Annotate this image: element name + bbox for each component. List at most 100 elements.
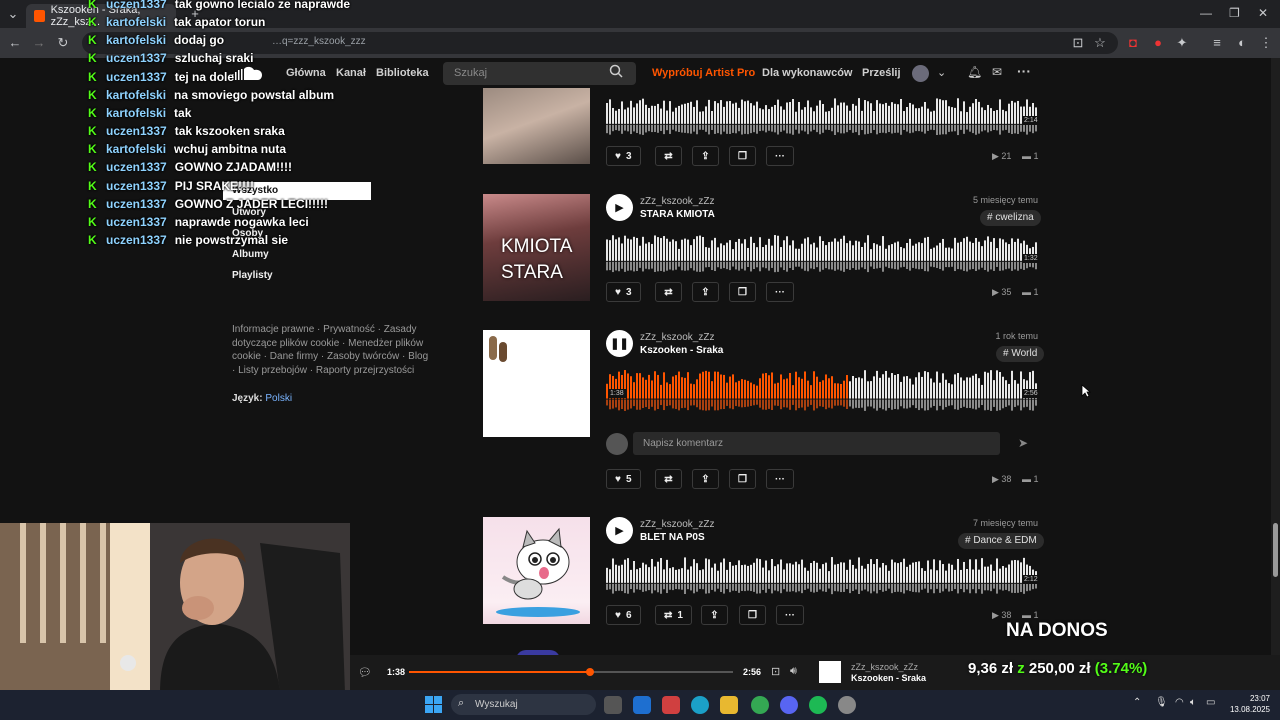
track-artwork[interactable]: KMIOTA STARA xyxy=(483,194,590,301)
track-title[interactable]: Kszooken - Sraka xyxy=(640,345,723,356)
track-tag[interactable]: # World xyxy=(996,346,1045,362)
gift-app-icon[interactable] xyxy=(662,696,680,714)
install-app-icon[interactable]: ⊡ xyxy=(1069,34,1087,52)
extension-pocket-icon[interactable]: ◘ xyxy=(1124,34,1142,52)
waveform-track-3[interactable] xyxy=(606,370,1038,412)
play-button[interactable]: ▶ xyxy=(606,517,633,544)
extension-adblock-icon[interactable]: ● xyxy=(1149,34,1167,52)
microphone-icon[interactable]: 🎙︎ xyxy=(1155,697,1168,708)
close-window-icon[interactable]: ✕ xyxy=(1258,6,1268,20)
like-button[interactable]: ♥ 3 xyxy=(606,146,641,166)
scrollbar-thumb[interactable] xyxy=(1273,523,1278,577)
chevron-down-icon[interactable]: ⌄ xyxy=(937,66,946,79)
nav-library[interactable]: Biblioteka xyxy=(376,67,429,79)
forward-icon[interactable]: → xyxy=(30,34,48,52)
repost-button[interactable]: ⇄ 1 xyxy=(655,605,692,625)
track-artwork[interactable] xyxy=(483,330,590,437)
search-input[interactable]: Szukaj xyxy=(443,62,636,85)
share-button[interactable]: ⇪ xyxy=(692,146,719,166)
edge-icon[interactable] xyxy=(691,696,709,714)
spotify-icon[interactable] xyxy=(809,696,827,714)
track-artist[interactable]: zZz_kszook_zZz xyxy=(640,332,714,343)
browser-menu-icon[interactable]: ⋮ xyxy=(1257,34,1275,52)
copy-link-button[interactable]: ❐ xyxy=(729,146,756,166)
extensions-puzzle-icon[interactable]: ✦ xyxy=(1173,34,1191,52)
taskbar-search-input[interactable]: Wyszukaj xyxy=(451,694,596,715)
taskbar-clock[interactable]: 23:07 13.08.2025 xyxy=(1222,693,1270,715)
battery-icon[interactable]: ▭ xyxy=(1206,697,1215,708)
more-button[interactable]: ··· xyxy=(766,146,794,166)
artist-pro-link[interactable]: Wypróbuj Artist Pro xyxy=(652,67,755,79)
like-button[interactable]: ♥ 5 xyxy=(606,469,641,489)
send-comment-icon[interactable]: ➤ xyxy=(1009,432,1037,455)
back-icon[interactable]: ← xyxy=(6,34,24,52)
copy-link-button[interactable]: ❐ xyxy=(729,469,756,489)
speaker-icon[interactable]: 🔈︎ xyxy=(1190,697,1196,708)
search-icon[interactable] xyxy=(609,64,623,81)
tab-list-icon[interactable]: ⌄ xyxy=(4,5,22,23)
comment-input[interactable]: Napisz komentarz xyxy=(633,432,1000,455)
pause-button[interactable]: ❚❚ xyxy=(606,330,633,357)
waveform-reflection-bar xyxy=(960,583,962,590)
profile-icon[interactable]: ◐ xyxy=(1233,34,1251,52)
track-tag[interactable]: # cwelizna xyxy=(980,210,1041,226)
player-title[interactable]: Kszooken - Sraka xyxy=(851,673,926,683)
track-artwork[interactable] xyxy=(483,88,590,164)
track-artist[interactable]: zZz_kszook_zZz xyxy=(640,519,714,530)
copy-link-button[interactable]: ❐ xyxy=(739,605,766,625)
repost-button[interactable]: ⇄ xyxy=(655,282,682,302)
track-tag[interactable]: # Dance & EDM xyxy=(958,533,1044,549)
nav-home[interactable]: Główna xyxy=(286,67,326,79)
language-value[interactable]: Polski xyxy=(265,393,292,404)
minimize-icon[interactable]: — xyxy=(1200,6,1212,20)
repost-button[interactable]: ⇄ xyxy=(655,469,682,489)
waveform-track-4[interactable] xyxy=(606,557,1038,595)
waveform-bar xyxy=(783,569,785,583)
more-button[interactable]: ··· xyxy=(766,282,794,302)
user-avatar[interactable] xyxy=(912,65,929,82)
share-button[interactable]: ⇪ xyxy=(692,282,719,302)
windows-start-icon[interactable] xyxy=(425,696,442,718)
for-artists-link[interactable]: Dla wykonawców xyxy=(762,67,852,79)
share-button[interactable]: ⇪ xyxy=(692,469,719,489)
track-artwork[interactable] xyxy=(483,517,590,624)
like-button[interactable]: ♥ 3 xyxy=(606,282,641,302)
player-artwork[interactable] xyxy=(819,661,841,683)
file-explorer-icon[interactable] xyxy=(720,696,738,714)
mail-icon[interactable]: ✉ xyxy=(992,65,1002,79)
track-artist[interactable]: zZz_kszook_zZz xyxy=(640,196,714,207)
more-button[interactable]: ··· xyxy=(776,605,804,625)
legal-links[interactable]: Informacje prawne · Prywatność · Zasady … xyxy=(232,323,432,377)
player-artist[interactable]: zZz_kszook_zZz xyxy=(851,662,918,672)
bookmark-star-icon[interactable]: ☆ xyxy=(1091,34,1109,52)
track-title[interactable]: BLET NA P0S xyxy=(640,532,705,543)
volume-icon[interactable]: 🔊︎ xyxy=(790,665,797,678)
repost-button[interactable]: ⇄ xyxy=(655,146,682,166)
play-button[interactable]: ▶ xyxy=(606,194,633,221)
mail-app-icon[interactable] xyxy=(633,696,651,714)
discord-icon[interactable] xyxy=(780,696,798,714)
nav-feed[interactable]: Kanał xyxy=(336,67,366,79)
media-controls-icon[interactable]: ≡ xyxy=(1208,34,1226,52)
tray-chevron-icon[interactable]: ⌃ xyxy=(1133,697,1141,708)
like-button[interactable]: ♥ 6 xyxy=(606,605,641,625)
more-menu-icon[interactable]: ··· xyxy=(1017,63,1031,79)
maximize-icon[interactable]: ❐ xyxy=(1229,6,1240,20)
reload-icon[interactable]: ↻ xyxy=(54,34,72,52)
waveform-track-2[interactable] xyxy=(606,235,1038,273)
bell-icon[interactable]: 🔔︎ xyxy=(967,65,982,79)
share-button[interactable]: ⇪ xyxy=(701,605,728,625)
filter-playlists[interactable]: Playlisty xyxy=(232,270,273,281)
task-view-icon[interactable] xyxy=(604,696,622,714)
waveform-track-1[interactable] xyxy=(606,98,1038,136)
copy-link-button[interactable]: ❐ xyxy=(729,282,756,302)
cast-icon[interactable]: ⊡ xyxy=(771,665,780,678)
wifi-icon[interactable]: ◠ xyxy=(1175,697,1184,708)
upload-link[interactable]: Prześlij xyxy=(862,67,901,79)
language-selector[interactable]: Język: Polski xyxy=(232,393,292,404)
track-title[interactable]: STARA KMIOTA xyxy=(640,209,715,220)
comment-bubble-icon[interactable]: 💬︎ xyxy=(358,666,372,679)
obs-icon[interactable] xyxy=(838,696,856,714)
more-button[interactable]: ··· xyxy=(766,469,794,489)
chrome-icon[interactable] xyxy=(751,696,769,714)
